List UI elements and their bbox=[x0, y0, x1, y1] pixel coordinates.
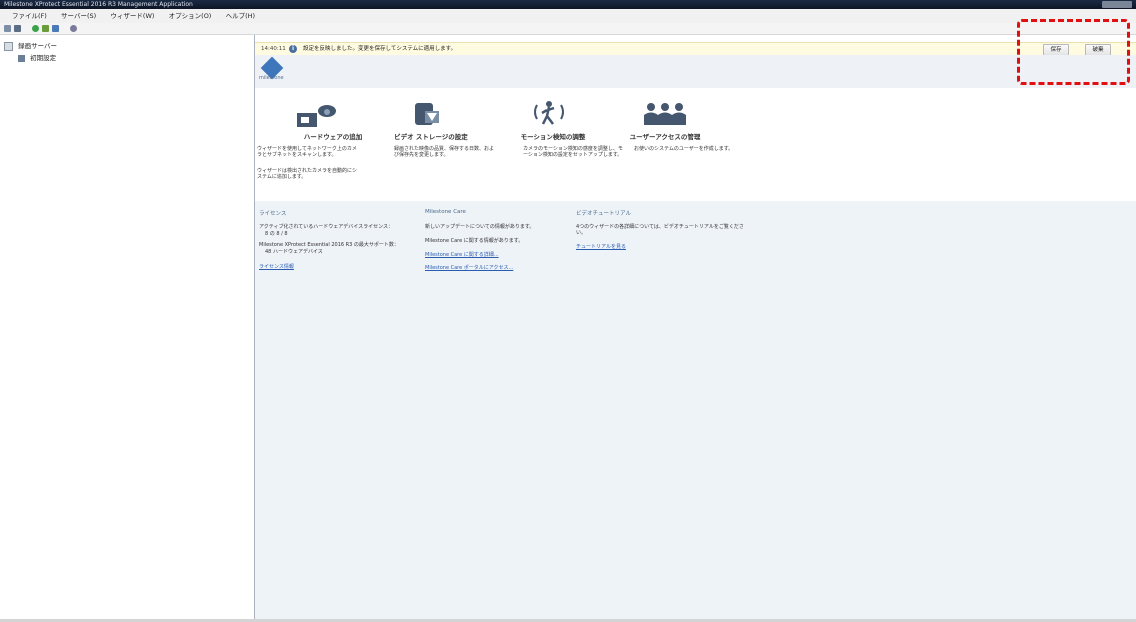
help-icon[interactable] bbox=[70, 25, 77, 32]
notice-message: 設定を反映しました。変更を保存してシステムに適用します。 bbox=[303, 46, 457, 52]
add-icon[interactable] bbox=[32, 25, 39, 32]
care-heading: Milestone Care bbox=[425, 209, 466, 215]
menu-wizard[interactable]: ウィザード(W) bbox=[110, 12, 154, 20]
add-hardware-desc: ウィザードを使用してネットワーク上のカメラとサブネットをスキャンします。 bbox=[257, 146, 357, 158]
tree-item-label: 録画サーバー bbox=[18, 42, 58, 50]
tutorial-text: 4つのウィザードの各詳細については、ビデオチュートリアルをご覧ください。 bbox=[576, 224, 744, 236]
tree-item-initial-settings[interactable]: 初期設定 bbox=[18, 52, 56, 62]
license-active-label: アクティブ化されているハードウェアデバイスライセンス： bbox=[259, 224, 394, 230]
server-icon bbox=[4, 41, 13, 51]
video-storage-title[interactable]: ビデオ ストレージの設定 bbox=[371, 131, 491, 141]
video-storage-icon[interactable] bbox=[405, 101, 453, 127]
add-hardware-desc-2: ウィザードは検出されたカメラを自動的にシステムに追加します。 bbox=[257, 168, 358, 180]
window-title: Milestone XProtect Essential 2016 R3 Man… bbox=[4, 1, 193, 8]
menu-help[interactable]: ヘルプ(H) bbox=[226, 12, 255, 20]
care-portal-link[interactable]: Milestone Care ポータルにアクセス... bbox=[425, 264, 513, 271]
tutorial-link[interactable]: チュートリアルを見る bbox=[576, 243, 626, 250]
motion-detection-icon[interactable] bbox=[527, 99, 575, 125]
refresh-icon[interactable] bbox=[14, 25, 21, 32]
license-info-link[interactable]: ライセンス情報 bbox=[259, 263, 294, 270]
video-storage-desc: 録画された映像の品質、保存する日数、および保存先を変更します。 bbox=[394, 146, 495, 158]
menu-bar: ファイル(F) サーバー(S) ウィザード(W) オプション(O) ヘルプ(H) bbox=[0, 9, 1136, 23]
tree-item-label: 初期設定 bbox=[30, 54, 57, 62]
window-titlebar: Milestone XProtect Essential 2016 R3 Man… bbox=[0, 0, 1136, 9]
menu-server[interactable]: サーバー(S) bbox=[61, 12, 96, 20]
license-max-label: Milestone XProtect Essential 2016 R3 の最大… bbox=[259, 242, 399, 248]
license-heading: ライセンス bbox=[259, 211, 287, 217]
user-access-title[interactable]: ユーザーアクセスの管理 bbox=[605, 131, 725, 141]
main-content: 14:40:11 i 設定を反映しました。変更を保存してシステムに適用します。 … bbox=[255, 35, 1136, 619]
info-icon: i bbox=[289, 45, 297, 53]
motion-detection-desc: カメラのモーション検知の感度を調整し、モーション検知の設定をセットアップします。 bbox=[523, 146, 623, 158]
tutorial-heading: ビデオチュートリアル bbox=[576, 211, 631, 217]
license-active-value: 8 の 8 / 8 bbox=[265, 231, 288, 237]
window-controls[interactable] bbox=[1102, 1, 1132, 8]
computer-icon bbox=[18, 54, 25, 62]
info-section: ライセンス アクティブ化されているハードウェアデバイスライセンス： 8 の 8 … bbox=[255, 201, 1136, 619]
notification-bar: 14:40:11 i 設定を反映しました。変更を保存してシステムに適用します。 … bbox=[255, 42, 1136, 56]
license-max-value: 48 ハードウェアデバイス bbox=[265, 249, 323, 255]
brand-name: milestone bbox=[259, 75, 284, 81]
brand-banner: milestone bbox=[255, 55, 1136, 88]
menu-options[interactable]: オプション(O) bbox=[169, 12, 212, 20]
camera-hardware-icon[interactable] bbox=[295, 103, 343, 129]
care-details-link[interactable]: Milestone Care に関する詳細... bbox=[425, 251, 499, 258]
settings-icon[interactable] bbox=[52, 25, 59, 32]
care-line-1: 新しいアップデートについての情報があります。 bbox=[425, 224, 535, 230]
export-icon[interactable] bbox=[42, 25, 49, 32]
user-access-icon[interactable] bbox=[641, 101, 689, 127]
tree-item-recording-server[interactable]: 録画サーバー bbox=[4, 40, 57, 51]
notice-time: 14:40:11 bbox=[261, 46, 286, 52]
care-line-2: Milestone Care に関する情報があります。 bbox=[425, 238, 524, 244]
user-access-desc: お使いのシステムのユーザーを作成します。 bbox=[634, 146, 734, 152]
navigation-tree: 録画サーバー 初期設定 bbox=[0, 35, 255, 619]
toolbar bbox=[0, 23, 1136, 35]
menu-file[interactable]: ファイル(F) bbox=[12, 12, 47, 20]
motion-detection-title[interactable]: モーション検知の調整 bbox=[493, 131, 613, 141]
save-icon[interactable] bbox=[4, 25, 11, 32]
